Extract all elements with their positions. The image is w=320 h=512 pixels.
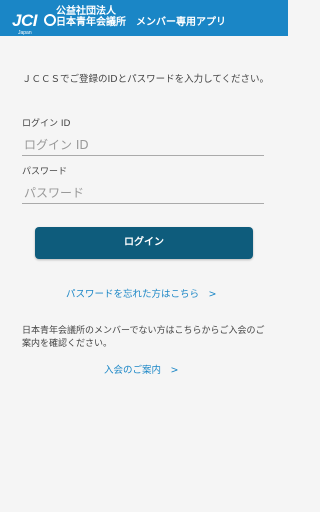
logo-subtext: Japan [18,30,32,36]
logo-emblem-icon [44,14,56,26]
forgot-password-link[interactable]: パスワードを忘れた方はこちら > [66,286,216,300]
logo-text: JCI [12,11,37,30]
non-member-note: 日本青年会議所のメンバーでない方はこちらからご入会のご案内を確認ください。 [22,326,265,349]
app-header: JCI Japan 公益社団法人 日本青年会議所 メンバー専用アプリ [0,0,288,36]
login-id-input[interactable] [22,134,264,156]
join-info-link[interactable]: 入会のご案内 > [104,362,178,376]
org-line-2: 日本青年会議所 [56,17,126,28]
app-title: メンバー専用アプリ [136,17,226,28]
org-line-1: 公益社団法人 [56,6,116,17]
login-id-label: ログイン ID [22,119,71,129]
jci-logo: JCI Japan [6,6,56,36]
password-label: パスワード [22,167,68,177]
organization-name: 公益社団法人 日本青年会議所 [56,6,126,28]
password-input[interactable] [22,182,264,204]
login-instructions: ＪＣＣＳでご登録のIDとパスワードを入力してください。 [22,74,270,85]
login-button[interactable]: ログイン [35,227,253,259]
